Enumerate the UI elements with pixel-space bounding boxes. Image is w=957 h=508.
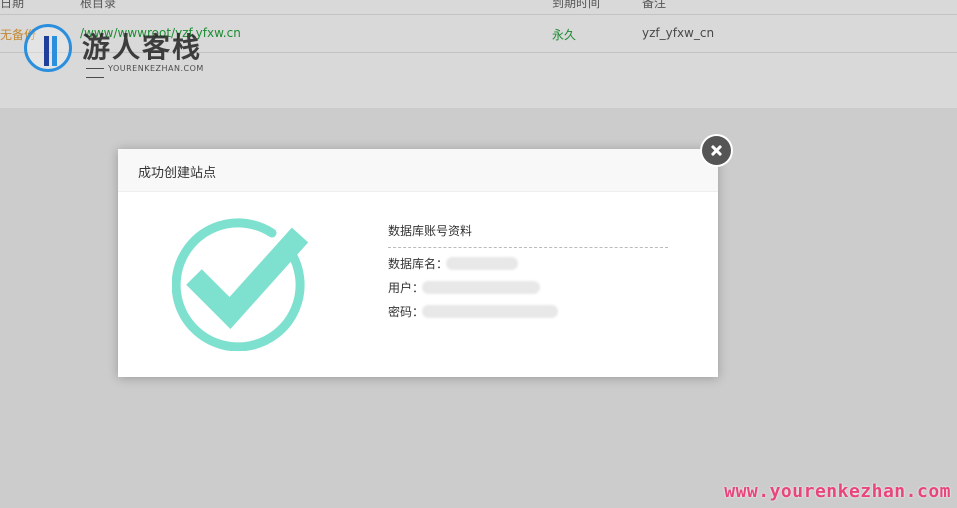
db-name-row: 数据库名： xyxy=(388,255,668,272)
watermark-url: www.yourenkezhan.com xyxy=(724,481,951,502)
password-redacted xyxy=(422,305,558,318)
password-label: 密码： xyxy=(388,305,425,319)
close-button[interactable] xyxy=(702,136,731,165)
db-account-info: 数据库账号资料 数据库名： 用户： 密码： xyxy=(388,222,668,320)
success-dialog: 成功创建站点 数据库账号资料 数据库名： 用户： 密码： xyxy=(118,149,718,377)
dialog-title: 成功创建站点 xyxy=(138,166,217,181)
db-name-label: 数据库名： xyxy=(388,257,449,271)
check-circle-icon xyxy=(172,218,309,351)
user-redacted xyxy=(422,281,540,294)
db-name-redacted xyxy=(446,257,518,270)
watermark-logo: 游人客栈 YOURENKEZHAN.COM xyxy=(24,24,224,78)
password-row: 密码： xyxy=(388,303,668,320)
dialog-header: 成功创建站点 xyxy=(118,149,718,192)
logo-circle-icon xyxy=(24,24,72,72)
logo-title: 游人客栈 xyxy=(82,31,203,64)
db-section-title: 数据库账号资料 xyxy=(388,222,668,248)
user-label: 用户： xyxy=(388,281,425,295)
logo-subtitle: YOURENKEZHAN.COM xyxy=(82,64,224,82)
user-row: 用户： xyxy=(388,279,668,296)
